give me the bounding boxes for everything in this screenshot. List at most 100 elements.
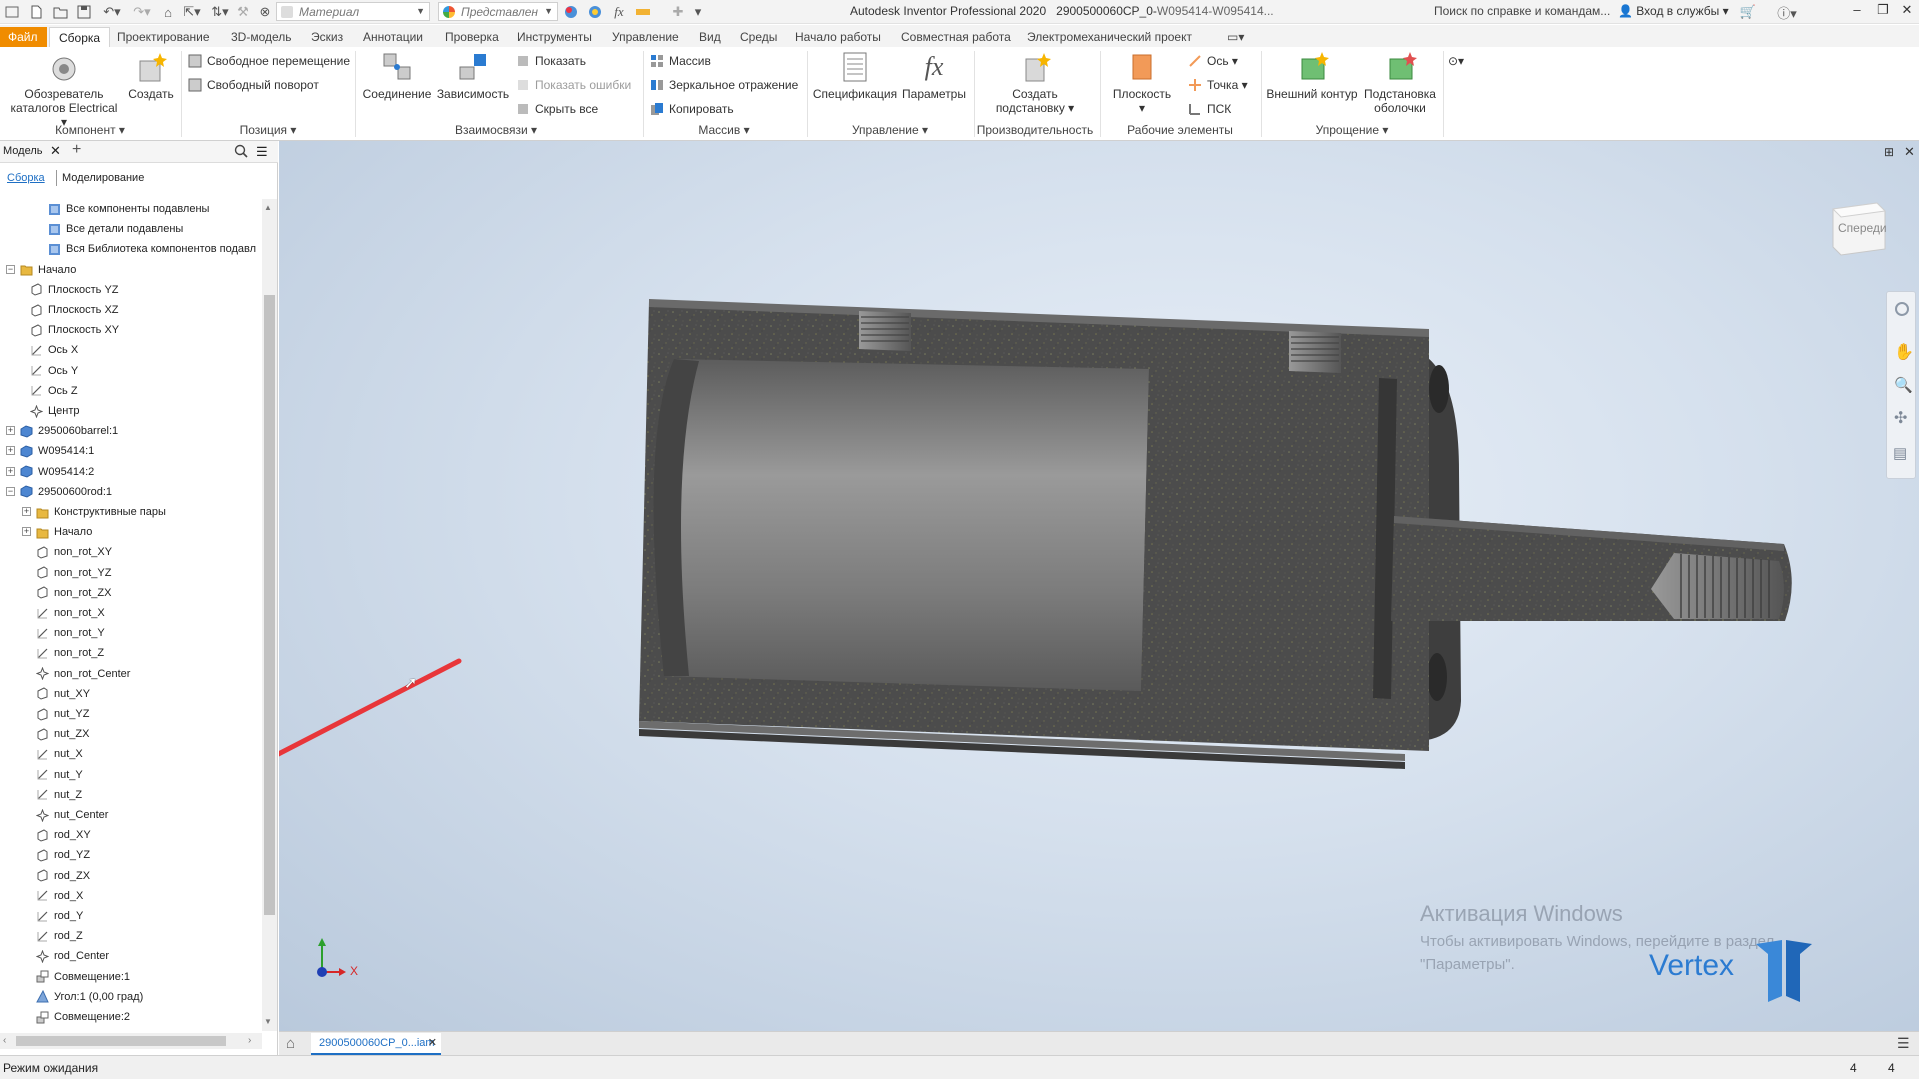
update-icon[interactable]: ⇅▾ — [208, 3, 232, 21]
tab-design[interactable]: Проектирование — [108, 27, 219, 47]
document-tab[interactable]: 2900500060CP_0...iam ✕ — [311, 1033, 441, 1055]
free-rotate-button[interactable]: Свободный поворот — [188, 76, 319, 94]
zoom-icon[interactable]: 🔍 — [1894, 376, 1913, 394]
point-button[interactable]: Точка ▾ — [1188, 76, 1248, 94]
restore-button[interactable]: ❐ — [1872, 2, 1894, 22]
tree-node[interactable]: Совмещение:2 — [36, 1007, 130, 1027]
tree-node[interactable]: 29500600rod:1 — [20, 482, 112, 502]
parameters-qa-icon[interactable]: fx — [610, 3, 628, 21]
redo-icon[interactable]: ↷▾ — [128, 3, 156, 21]
ribbon-options-icon[interactable]: ⊙▾ — [1448, 52, 1464, 70]
close-window-button[interactable]: ✕ — [1896, 2, 1918, 22]
tree-node[interactable]: nut_YZ — [36, 704, 89, 724]
viewport-close-icon[interactable]: ✕ — [1904, 144, 1915, 160]
add-icon[interactable]: ✚ — [670, 3, 686, 21]
tree-node[interactable]: Все компоненты подавлены — [48, 199, 209, 219]
look-at-icon[interactable]: ▤ — [1893, 444, 1907, 462]
bom-button[interactable]: Спецификация — [810, 51, 900, 101]
tab-sketch[interactable]: Эскиз — [302, 27, 352, 47]
viewport-maximize-icon[interactable]: ⊞ — [1884, 145, 1894, 159]
create-substitute-button[interactable]: Создать подстановку ▾ — [980, 51, 1090, 115]
tree-node[interactable]: Плоскость XZ — [30, 300, 119, 320]
tree-node[interactable]: Плоскость XY — [30, 320, 119, 340]
shrinkwrap-button[interactable]: Внешний контур — [1264, 51, 1360, 101]
tree-node[interactable]: Центр — [29, 401, 80, 421]
tree-node[interactable]: non_rot_Center — [35, 664, 130, 684]
constraint-button[interactable]: Зависимость — [434, 51, 512, 101]
tab-view[interactable]: Вид — [690, 27, 730, 47]
joint-button[interactable]: Соединение — [360, 51, 434, 101]
tree-node[interactable]: non_rot_ZX — [36, 583, 111, 603]
subtab-modeling[interactable]: Моделирование — [62, 172, 144, 184]
group-label-relationships[interactable]: Взаимосвязи ▾ — [356, 123, 636, 139]
customize-qa-icon[interactable]: ▾ — [690, 3, 706, 21]
help-search-input[interactable]: Поиск по справке и командам... — [1430, 2, 1612, 21]
tree-node[interactable]: non_rot_Z — [36, 643, 104, 663]
tree-node[interactable]: Все детали подавлены — [48, 219, 183, 239]
tree-node[interactable]: nut_Center — [35, 805, 108, 825]
document-list-icon[interactable]: ☰ — [1897, 1035, 1910, 1052]
tab-annotate[interactable]: Аннотации — [354, 27, 432, 47]
tab-inspect[interactable]: Проверка — [436, 27, 508, 47]
tab-environments[interactable]: Среды — [731, 27, 786, 47]
tab-assembly[interactable]: Сборка — [49, 27, 111, 47]
tree-node[interactable]: Совмещение:1 — [36, 967, 130, 987]
create-component-button[interactable]: Создать — [126, 51, 176, 101]
tree-node[interactable]: Ось X — [30, 340, 78, 360]
pattern-button[interactable]: Массив — [650, 52, 711, 70]
tab-electromechanical[interactable]: Электромеханический проект — [1018, 27, 1201, 47]
mirror-button[interactable]: Зеркальное отражение — [650, 76, 798, 94]
measure-icon[interactable] — [634, 3, 656, 21]
tree-node[interactable]: rod_X — [36, 886, 83, 906]
expand-icon[interactable]: + — [6, 446, 15, 456]
tree-node[interactable]: Открыт — [36, 1027, 91, 1031]
tree-node[interactable]: W095414:2 — [20, 462, 94, 482]
appearance-adjust-icon[interactable] — [562, 3, 580, 21]
tree-node[interactable]: Вся Библиотека компонентов подавл — [48, 239, 256, 259]
browser-tab-model[interactable]: Модель — [3, 145, 42, 157]
select-icon[interactable]: ⇱▾ — [180, 3, 204, 21]
tree-node[interactable]: non_rot_XY — [36, 542, 112, 562]
parameters-button[interactable]: fx Параметры — [900, 51, 968, 101]
tab-manage[interactable]: Управление — [603, 27, 688, 47]
show-button[interactable]: Показать — [516, 52, 586, 70]
browser-menu-icon[interactable]: ☰ — [256, 144, 268, 160]
expand-icon[interactable]: + — [22, 507, 31, 516]
tab-3d-model[interactable]: 3D-модель — [222, 27, 301, 47]
pan-icon[interactable]: ✋ — [1894, 342, 1914, 362]
tree-node[interactable]: non_rot_X — [36, 603, 105, 623]
tree-node[interactable]: rod_Y — [36, 906, 83, 926]
document-tab-close-icon[interactable]: ✕ — [428, 1036, 437, 1049]
tree-node[interactable]: non_rot_YZ — [36, 563, 111, 583]
tree-node[interactable]: Плоскость YZ — [30, 280, 119, 300]
collapse-icon[interactable]: − — [6, 486, 15, 496]
tree-node[interactable]: nut_X — [36, 744, 83, 764]
tree-vertical-scrollbar[interactable]: ▲ ▼ — [262, 199, 277, 1031]
tree-node[interactable]: Конструктивные пары — [36, 502, 166, 522]
group-label-manage[interactable]: Управление ▾ — [808, 123, 972, 139]
rebuild-icon[interactable]: ⚒ — [234, 3, 252, 21]
axis-button[interactable]: Ось ▾ — [1188, 52, 1238, 70]
tree-node[interactable]: W095414:1 — [20, 441, 94, 461]
tab-tools[interactable]: Инструменты — [508, 27, 601, 47]
ucs-button[interactable]: ПСК — [1188, 100, 1231, 118]
help-icon[interactable]: ⓘ▾ — [1772, 3, 1802, 21]
open-file-icon[interactable] — [52, 3, 70, 21]
tree-scroll-thumb[interactable] — [264, 295, 275, 915]
tree-node[interactable]: non_rot_Y — [36, 623, 105, 643]
tree-node[interactable]: Начало — [36, 522, 92, 542]
show-errors-button[interactable]: Показать ошибки — [516, 76, 631, 94]
tab-get-started[interactable]: Начало работы — [786, 27, 890, 47]
save-icon[interactable] — [76, 3, 92, 21]
shell-substitute-button[interactable]: Подстановка оболочки — [1360, 51, 1440, 115]
tree-node[interactable]: rod_Z — [36, 926, 83, 946]
group-label-component[interactable]: Компонент ▾ — [0, 123, 180, 139]
catalog-browser-button[interactable]: Обозреватель каталогов Electrical ▾ — [8, 51, 120, 129]
clear-appearance-icon[interactable] — [586, 3, 604, 21]
orbit-icon[interactable]: ✣ — [1894, 408, 1907, 428]
tree-node[interactable]: nut_ZX — [36, 724, 89, 744]
color-override-icon[interactable]: ⊗ — [256, 3, 274, 21]
tree-node[interactable]: 2950060barrel:1 — [20, 421, 118, 441]
tab-file[interactable]: Файл — [0, 27, 47, 47]
group-label-pattern[interactable]: Массив ▾ — [644, 123, 804, 139]
